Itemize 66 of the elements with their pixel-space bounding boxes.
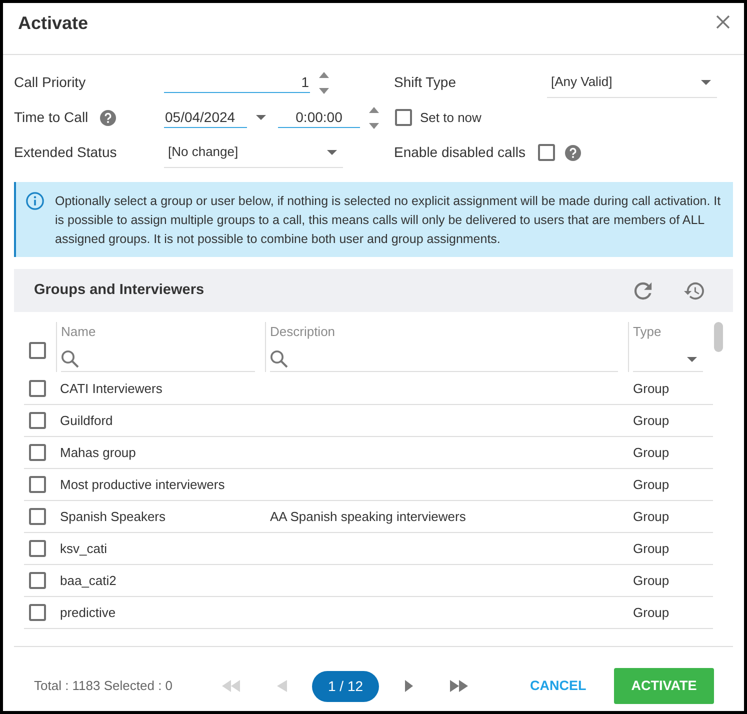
number-field[interactable]: 1: [164, 72, 310, 92]
select-all-checkbox[interactable]: [29, 342, 46, 359]
row-checkbox[interactable]: [29, 444, 46, 461]
search-icon: [270, 350, 288, 368]
row-checkbox[interactable]: [29, 604, 46, 621]
search-icon: [61, 350, 79, 368]
row-checkbox[interactable]: [29, 540, 46, 557]
row-checkbox[interactable]: [29, 508, 46, 525]
name-cell-text: ksv_cati: [60, 540, 107, 558]
checkbox[interactable]: [395, 109, 412, 126]
type-cell-text: Group: [633, 380, 670, 398]
type-cell-text: Group: [633, 508, 670, 526]
type-cell-text: Group: [633, 540, 670, 558]
info-text: Optionally select a group or user below, if nothing is selected no explicit assignment will be made during call activation. It is possible to assign multiple groups to a call, this means calls will only be delivered to users that are members of ALL assigned groups. It is not possible to combine both user and group assignments.: [55, 193, 722, 248]
extended-status-dropdown[interactable]: [No change]: [164, 138, 343, 168]
dialog-title: Activate: [18, 12, 88, 35]
caret-icon: [687, 356, 697, 362]
caret-icon: [701, 80, 711, 84]
caret-icon: [327, 150, 337, 154]
row-checkbox[interactable]: [29, 476, 46, 493]
name-cell-text: Most productive interviewers: [60, 476, 225, 494]
selection-summary: Total : 1183 Selected : 0: [34, 677, 173, 696]
type-cell-text: Group: [633, 476, 670, 494]
column-header: Description: [270, 324, 336, 339]
last-page-icon[interactable]: [450, 680, 468, 692]
caret-icon[interactable]: [256, 115, 266, 120]
down-arrow-icon[interactable]: [369, 122, 379, 128]
date-field[interactable]: 05/04/2024: [164, 108, 247, 128]
checkbox-label: Set to now: [420, 108, 482, 127]
type-cell-text: Group: [633, 412, 670, 430]
field-label: Call Priority: [14, 73, 86, 92]
type-cell-text: Group: [633, 444, 670, 462]
page-indicator[interactable]: 1 / 12: [312, 670, 379, 702]
name-cell-text: Mahas group: [60, 444, 136, 462]
info-icon: [26, 192, 44, 210]
row-checkbox[interactable]: [29, 412, 46, 429]
field-label: Extended Status: [14, 143, 117, 162]
scrollbar-thumb[interactable]: [714, 322, 723, 352]
description-cell-text: AA Spanish speaking interviewers: [270, 508, 466, 526]
type-cell-text: Group: [633, 604, 670, 622]
name-cell-text: Spanish Speakers: [60, 508, 166, 526]
history-icon[interactable]: [684, 282, 704, 300]
checkbox[interactable]: [538, 144, 555, 161]
up-arrow-icon[interactable]: [319, 72, 329, 78]
shift-type-dropdown[interactable]: [Any Valid]: [547, 68, 717, 98]
name-cell-text: Guildford: [60, 412, 113, 430]
name-cell-text: CATI Interviewers: [60, 380, 162, 398]
next-page-icon[interactable]: [405, 680, 413, 692]
close-icon[interactable]: [716, 15, 730, 29]
help-icon: [100, 110, 116, 126]
field-label: Time to Call: [14, 108, 88, 127]
panel-title: Groups and Interviewers: [34, 280, 204, 300]
help-icon: [564, 144, 581, 160]
name-cell-text: predictive: [60, 604, 116, 622]
row-checkbox[interactable]: [29, 572, 46, 589]
field-label: Shift Type: [394, 73, 456, 92]
up-arrow-icon[interactable]: [369, 106, 379, 112]
type-cell-text: Group: [633, 572, 670, 590]
name-cell-text: baa_cati2: [60, 572, 116, 590]
row-checkbox[interactable]: [29, 380, 46, 397]
down-arrow-icon[interactable]: [319, 88, 329, 94]
column-header: Name: [61, 324, 96, 339]
checkbox-label: Enable disabled calls: [394, 143, 526, 162]
column-header: Type: [633, 324, 662, 339]
time-field[interactable]: 0:00:00: [278, 108, 360, 128]
refresh-icon[interactable]: [634, 282, 652, 300]
